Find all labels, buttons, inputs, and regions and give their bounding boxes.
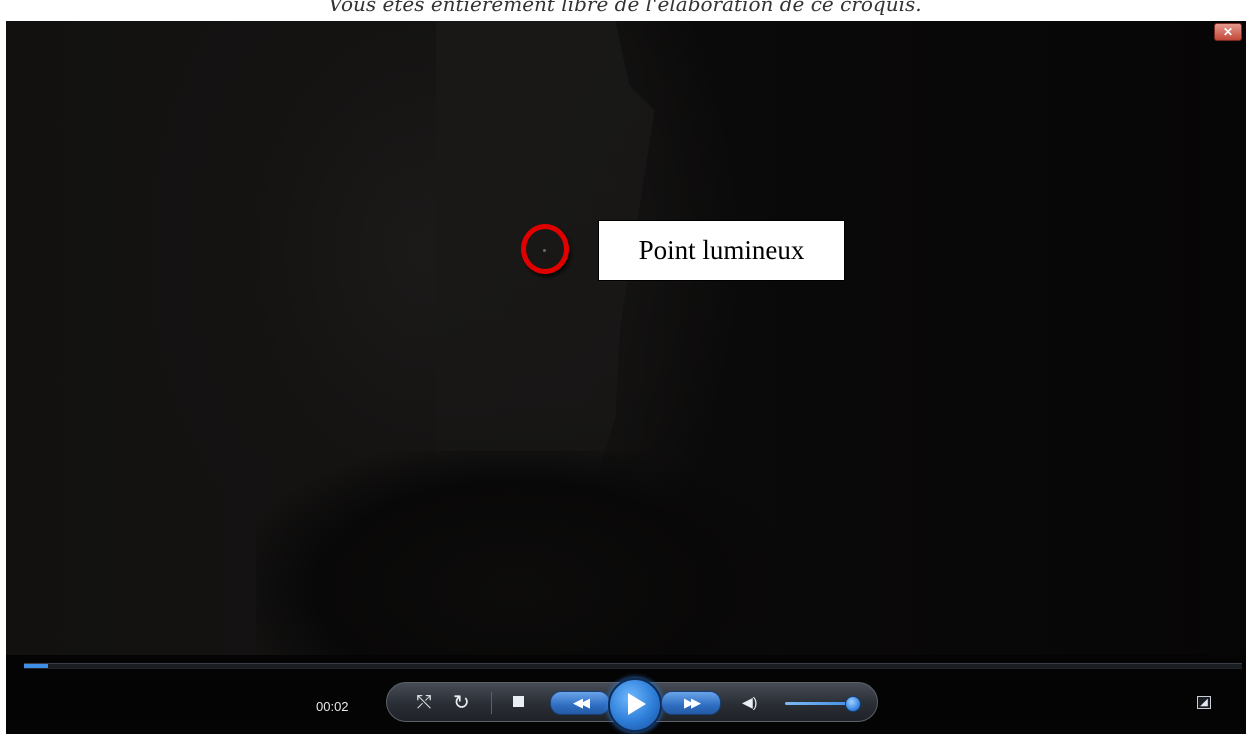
switch-to-library-icon[interactable]: ◢ <box>1197 696 1211 709</box>
seek-bar[interactable] <box>24 663 1242 669</box>
video-frame[interactable]: Point lumineux <box>6 21 1246 655</box>
video-tree-silhouette <box>256 451 776 655</box>
controls-divider <box>491 692 492 714</box>
media-player-window: Point lumineux ✕ 00:02 ⤲ ↻ ◀◀ ▶▶ ◀) ◢ <box>6 21 1246 734</box>
close-icon[interactable]: ✕ <box>1214 23 1242 41</box>
callout-label: Point lumineux <box>598 220 845 281</box>
play-icon <box>628 693 646 715</box>
volume-slider[interactable] <box>785 702 853 705</box>
repeat-icon[interactable]: ↻ <box>453 690 470 715</box>
volume-slider-thumb[interactable] <box>845 696 861 712</box>
volume-icon[interactable]: ◀) <box>742 694 757 711</box>
document-caption: Vous êtes entièrement libre de l'élabora… <box>328 0 922 16</box>
next-button[interactable]: ▶▶ <box>661 691 721 715</box>
elapsed-time: 00:02 <box>316 699 349 714</box>
seek-bar-progress <box>24 664 48 668</box>
play-button[interactable] <box>608 678 662 732</box>
shuffle-icon[interactable]: ⤲ <box>417 692 431 713</box>
playback-controls: ⤲ ↻ ◀◀ ▶▶ ◀) <box>386 678 878 732</box>
light-point <box>543 249 546 252</box>
previous-button[interactable]: ◀◀ <box>550 691 610 715</box>
stop-button[interactable] <box>513 696 524 707</box>
